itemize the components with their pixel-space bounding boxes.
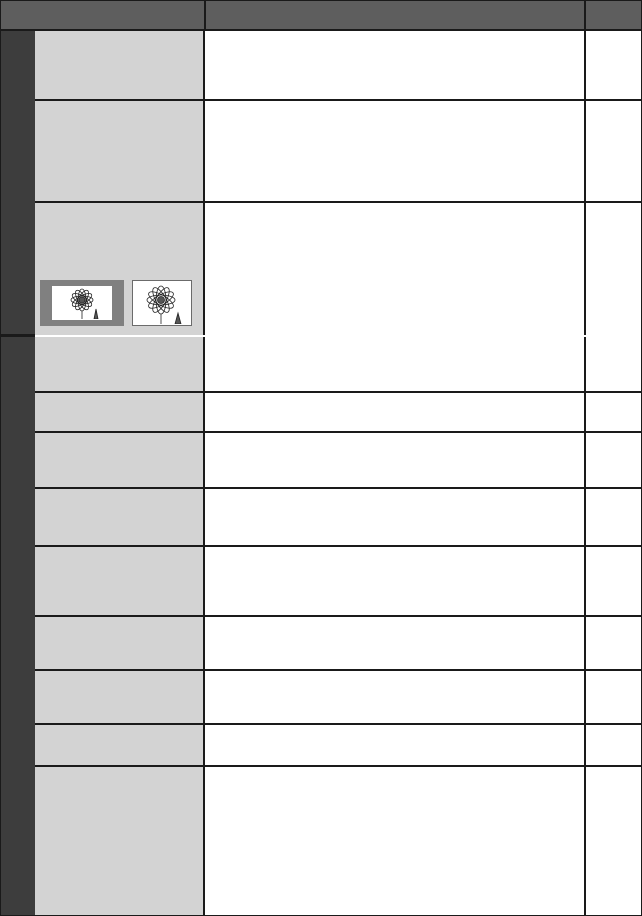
row-label (35, 489, 205, 547)
header-col-setting (1, 1, 205, 29)
table-row[interactable] (35, 671, 641, 725)
row-page-ref (585, 725, 641, 767)
row-page-ref (585, 101, 641, 203)
row-label (35, 617, 205, 671)
flower-illustration-icon (146, 285, 182, 324)
row-label (35, 547, 205, 617)
row-label (35, 31, 205, 101)
table-row[interactable] (35, 337, 641, 393)
row-description (205, 671, 585, 725)
row-page-ref (585, 393, 641, 433)
table-header (1, 1, 641, 31)
row-label (35, 337, 205, 393)
row-description (205, 393, 585, 433)
row-page-ref (585, 547, 641, 617)
section-band-2 (1, 337, 35, 915)
table-row[interactable] (35, 101, 641, 203)
row-page-ref (585, 31, 641, 101)
wide-aspect-preview (40, 280, 124, 326)
row-description (205, 433, 585, 489)
row-label (35, 393, 205, 433)
row-description (205, 489, 585, 547)
row-label (35, 101, 205, 203)
row-description (205, 547, 585, 617)
section-band-1 (1, 31, 35, 335)
table-row[interactable] (35, 725, 641, 767)
row-label (35, 767, 205, 915)
table-row[interactable] (35, 489, 641, 547)
settings-table (0, 0, 642, 916)
table-row[interactable] (35, 547, 641, 617)
table-row[interactable] (35, 617, 641, 671)
row-page-ref (585, 203, 641, 335)
table-row[interactable] (35, 393, 641, 433)
row-label (35, 433, 205, 489)
row-label (35, 671, 205, 725)
table-row[interactable] (35, 433, 641, 489)
row-page-ref (585, 433, 641, 489)
row-description (205, 337, 585, 393)
row-description (205, 101, 585, 203)
row-label (35, 203, 205, 335)
row-page-ref (585, 337, 641, 393)
table-row[interactable] (35, 767, 641, 915)
row-description (205, 31, 585, 101)
row-description (205, 767, 585, 915)
row-description (205, 203, 585, 335)
row-description (205, 617, 585, 671)
row-page-ref (585, 617, 641, 671)
row-description (205, 725, 585, 767)
table-row[interactable] (35, 31, 641, 101)
standard-aspect-preview (132, 280, 192, 326)
header-col-page (586, 1, 641, 29)
flower-illustration-icon (70, 288, 99, 319)
row-label (35, 725, 205, 767)
row-page-ref (585, 671, 641, 725)
table-row[interactable] (35, 203, 641, 335)
row-page-ref (585, 489, 641, 547)
header-col-description (206, 1, 584, 29)
row-page-ref (585, 767, 641, 915)
preview-frame (52, 286, 112, 320)
